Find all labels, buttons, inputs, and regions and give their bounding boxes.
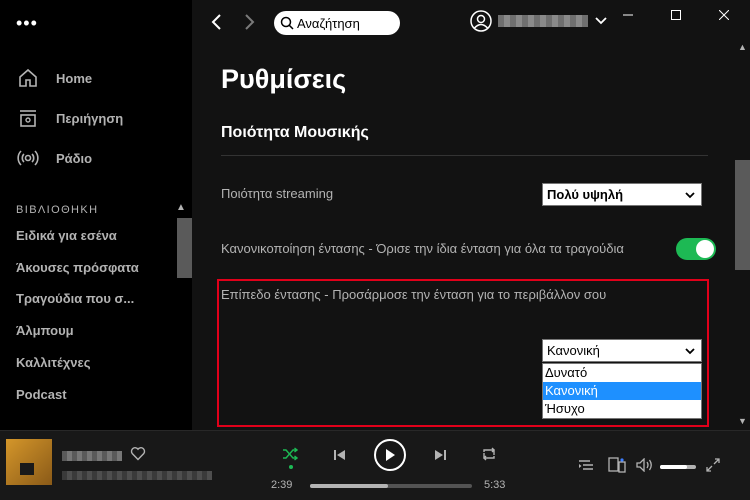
scroll-up-icon[interactable]: ▲ — [738, 42, 747, 52]
volume-level-value: Κανονική — [547, 343, 600, 358]
skip-back-icon — [334, 450, 345, 460]
shuffle-button[interactable] — [282, 447, 299, 464]
total-time: 5:33 — [484, 479, 506, 491]
volume-icon — [636, 457, 652, 473]
app-menu-button[interactable]: ••• — [16, 14, 38, 32]
shuffle-icon — [283, 447, 299, 461]
nav-radio[interactable]: Ράδιο — [16, 146, 92, 170]
search-input[interactable]: Αναζήτηση — [297, 16, 360, 31]
section-title: Ποιότητα Μουσικής — [221, 124, 369, 141]
scroll-down-icon[interactable]: ▼ — [738, 416, 747, 426]
library-item[interactable]: Ειδικά για εσένα — [16, 228, 117, 243]
library-item[interactable]: Καλλιτέχνες — [16, 355, 90, 370]
chevron-left-icon — [211, 14, 221, 30]
search-box[interactable]: Αναζήτηση — [274, 11, 400, 35]
progress-fill — [310, 484, 388, 488]
repeat-button[interactable] — [481, 447, 497, 464]
maximize-button[interactable] — [652, 0, 700, 30]
normalize-volume-label: Κανονικοποίηση έντασης - Όρισε την ίδια … — [221, 241, 624, 256]
track-artist-redacted[interactable] — [62, 471, 212, 480]
search-icon — [280, 16, 294, 30]
user-name-redacted — [498, 15, 588, 27]
track-title-redacted[interactable] — [62, 451, 122, 461]
volume-level-options: Δυνατό Κανονική Ήσυχο — [542, 363, 702, 419]
chevron-right-icon — [245, 14, 255, 30]
nav-browse[interactable]: Περιήγηση — [16, 106, 123, 130]
mute-button[interactable] — [636, 457, 654, 475]
volume-level-select[interactable]: Κανονική — [542, 339, 702, 362]
like-button[interactable] — [130, 446, 146, 465]
nav-radio-label: Ράδιο — [56, 150, 93, 166]
sidebar: ••• Home Περιήγηση Ράδιο ΒΙΒΛΙΟΘΗΚΗ ▲ Ει… — [0, 0, 192, 430]
nav-home-label: Home — [56, 70, 93, 86]
forward-button[interactable] — [242, 12, 256, 38]
play-button[interactable] — [374, 439, 406, 471]
volume-fill — [660, 465, 687, 469]
next-button[interactable] — [433, 448, 447, 464]
library-item[interactable]: Άκουσες πρόσφατα — [16, 260, 139, 275]
option-quiet[interactable]: Ήσυχο — [543, 400, 701, 418]
play-icon — [386, 449, 395, 461]
elapsed-time: 2:39 — [271, 479, 293, 491]
streaming-quality-label: Ποιότητα streaming — [221, 186, 334, 201]
expand-icon — [706, 458, 720, 472]
nav-home[interactable]: Home — [16, 66, 92, 90]
chevron-down-icon — [685, 191, 695, 198]
fullscreen-button[interactable] — [706, 458, 720, 475]
player-bar: 2:39 5:33 — [0, 430, 750, 500]
radio-icon — [17, 150, 39, 166]
library-heading: ΒΙΒΛΙΟΘΗΚΗ — [16, 204, 99, 216]
browse-icon — [20, 110, 36, 127]
heart-icon — [130, 447, 146, 461]
option-loud[interactable]: Δυνατό — [543, 364, 701, 382]
repeat-icon — [483, 447, 495, 461]
devices-icon — [608, 457, 626, 473]
devices-button[interactable] — [608, 457, 626, 476]
chevron-down-icon — [685, 347, 695, 354]
library-item[interactable]: Τραγούδια που σ... — [16, 291, 134, 306]
close-button[interactable] — [700, 0, 748, 30]
top-bar: Αναζήτηση — [192, 0, 750, 50]
divider — [221, 155, 708, 156]
queue-icon — [579, 460, 593, 470]
streaming-quality-value: Πολύ υψηλή — [547, 187, 624, 202]
close-icon — [719, 10, 729, 20]
album-cover[interactable] — [6, 439, 52, 485]
window-controls — [604, 0, 748, 30]
previous-button[interactable] — [333, 448, 347, 464]
home-icon — [19, 68, 37, 87]
option-normal[interactable]: Κανονική — [543, 382, 701, 400]
library-item[interactable]: Podcast — [16, 387, 67, 402]
user-icon — [470, 10, 492, 32]
skip-forward-icon — [435, 450, 446, 460]
streaming-quality-select[interactable]: Πολύ υψηλή — [542, 183, 702, 206]
back-button[interactable] — [210, 12, 224, 38]
queue-button[interactable] — [578, 458, 594, 475]
minimize-icon — [623, 14, 633, 16]
scroll-up-icon[interactable]: ▲ — [176, 202, 186, 213]
maximize-icon — [671, 10, 681, 20]
toggle-knob — [696, 240, 714, 258]
progress-bar[interactable] — [310, 484, 472, 488]
sidebar-scrollbar[interactable] — [177, 218, 192, 278]
volume-slider[interactable] — [660, 465, 696, 469]
cover-detail — [20, 463, 34, 475]
user-menu[interactable] — [470, 10, 608, 32]
nav-browse-label: Περιήγηση — [56, 110, 124, 126]
minimize-button[interactable] — [604, 0, 652, 30]
library-item[interactable]: Άλμπουμ — [16, 323, 74, 338]
shuffle-active-dot — [289, 465, 293, 469]
page-title: Ρυθμίσεις — [221, 64, 347, 94]
main-scrollbar[interactable] — [735, 160, 750, 270]
normalize-volume-toggle[interactable] — [676, 238, 716, 260]
volume-level-label: Επίπεδο έντασης - Προσάρμοσε την ένταση … — [221, 287, 607, 302]
